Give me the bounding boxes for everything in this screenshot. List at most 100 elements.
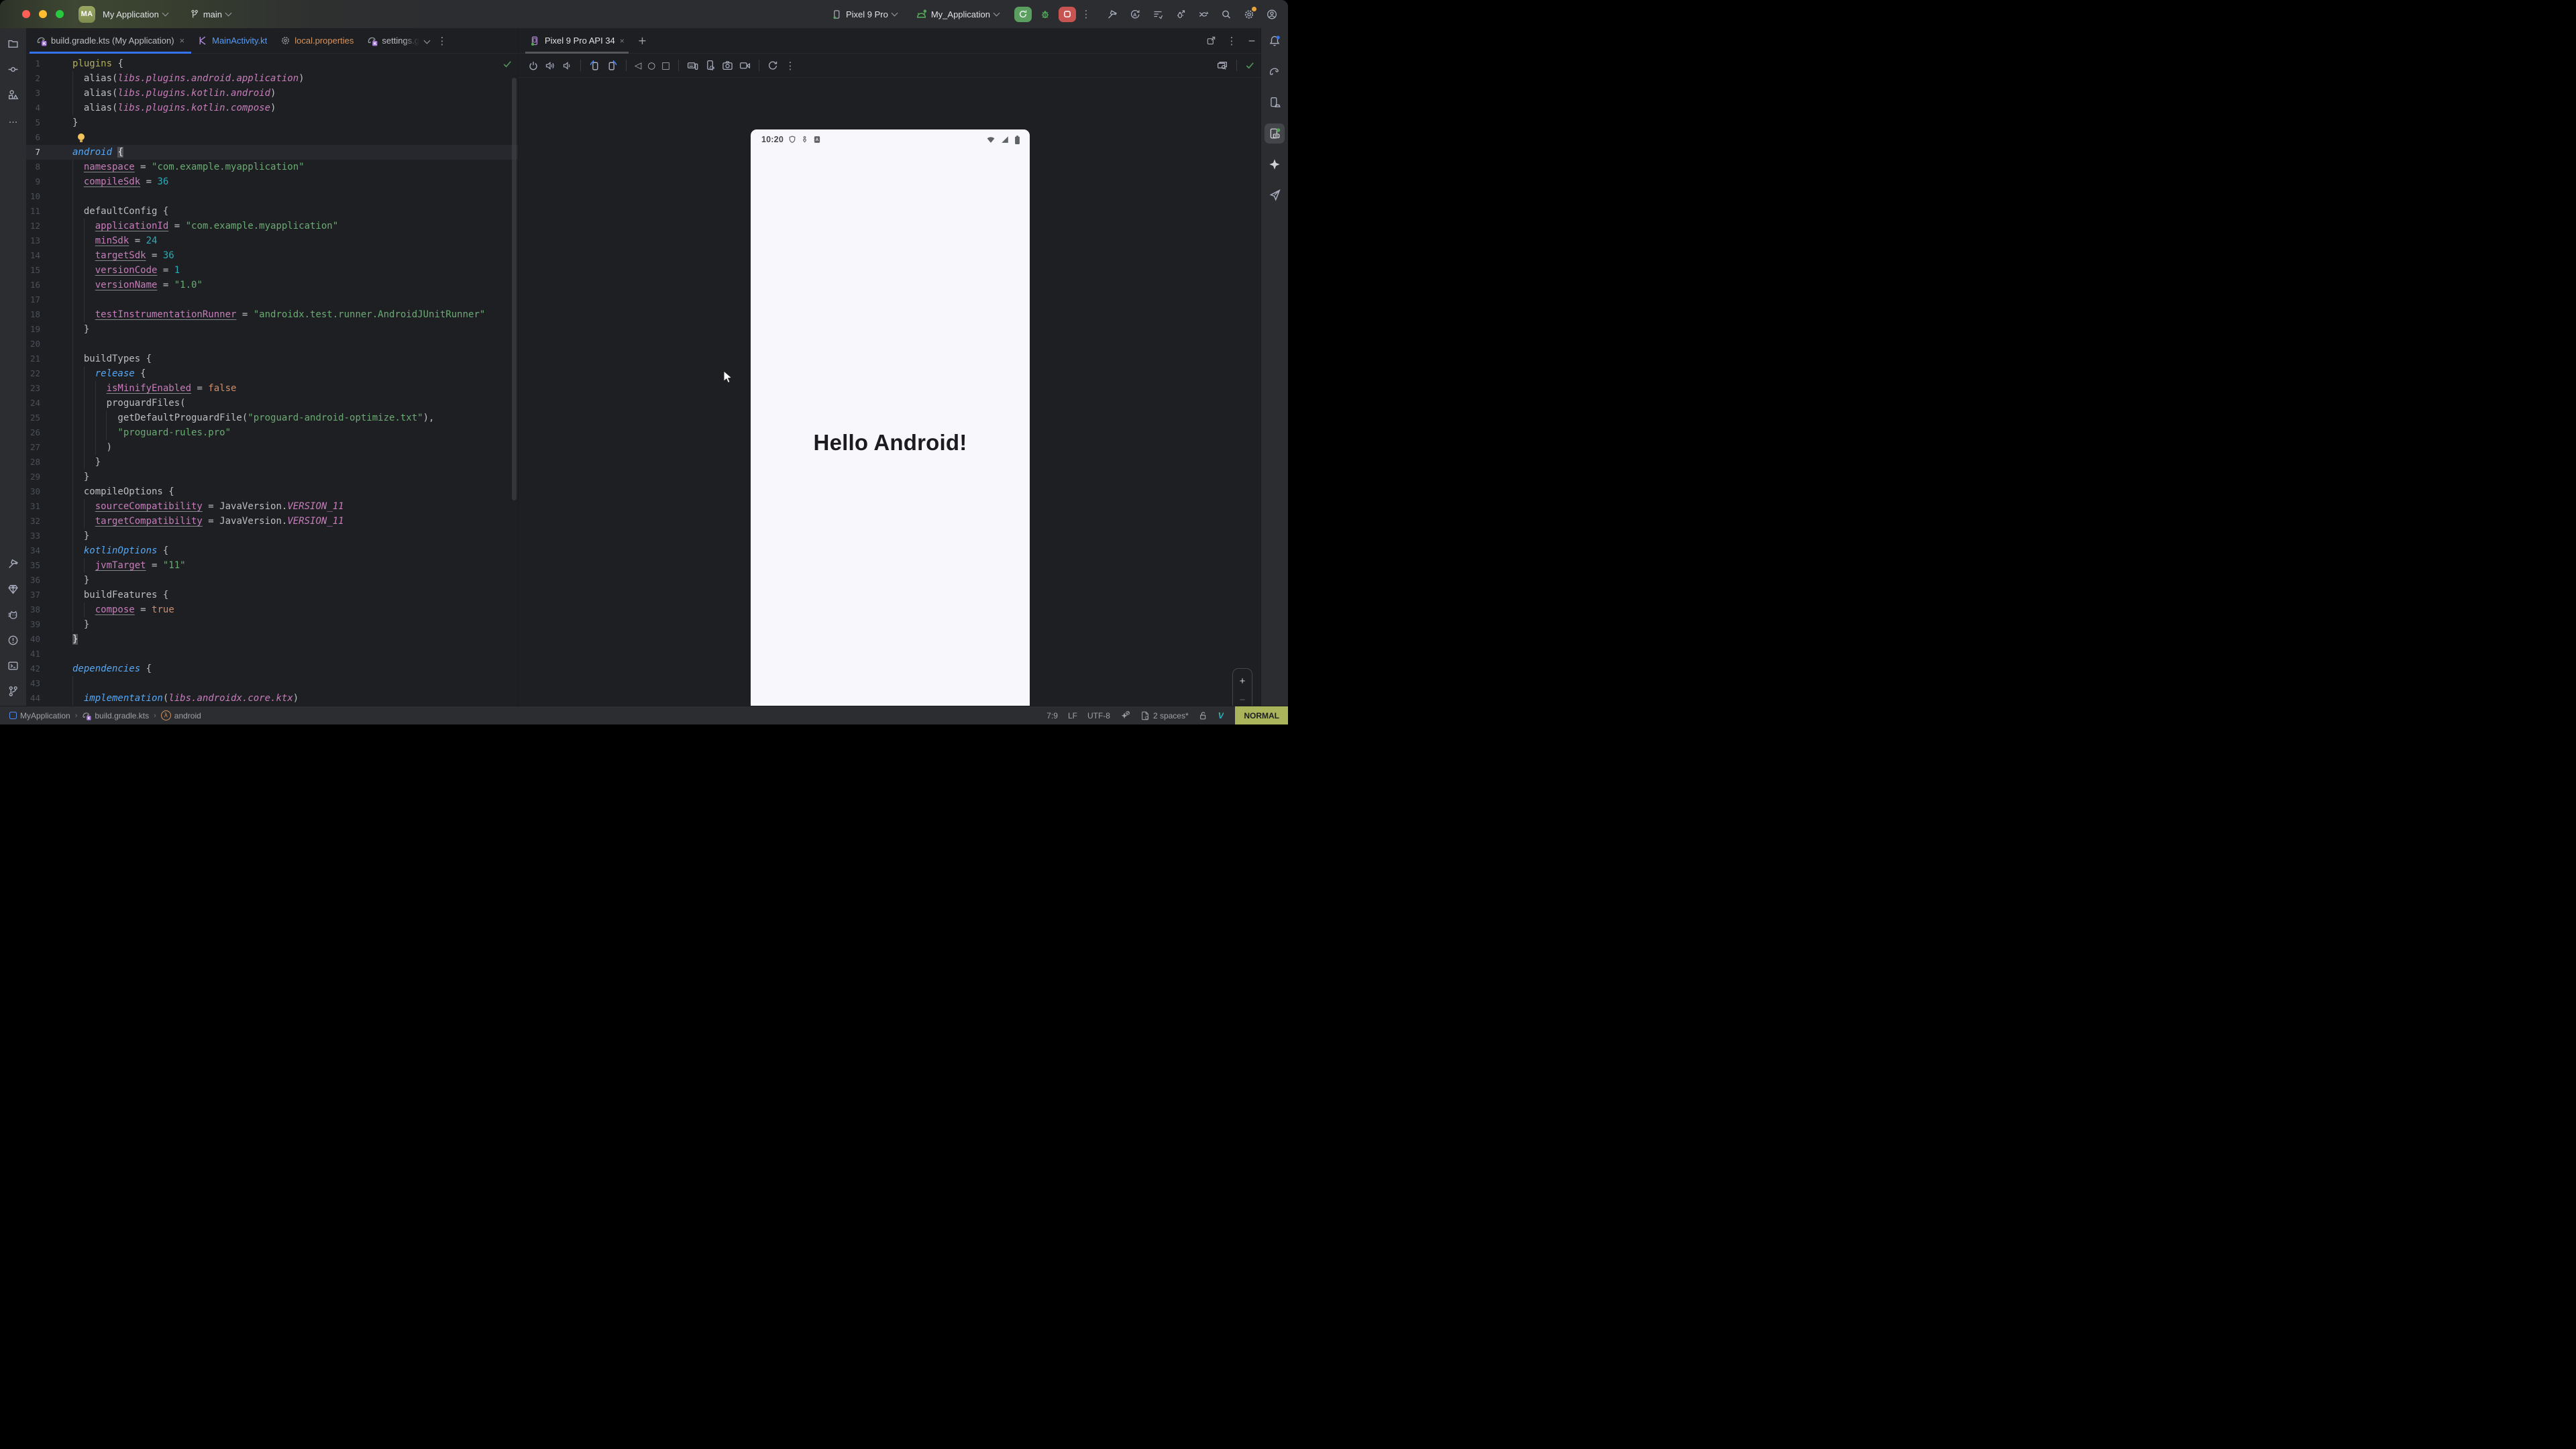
build-button[interactable] xyxy=(1103,5,1122,23)
caret-position-widget[interactable]: 7:9 xyxy=(1046,711,1058,720)
branch-selector[interactable]: main xyxy=(184,7,235,22)
code-line[interactable]: 27 ) xyxy=(26,440,518,455)
indent-widget[interactable]: 2 spaces* xyxy=(1140,711,1189,720)
code-line[interactable]: 36 } xyxy=(26,573,518,588)
code-line[interactable]: 11 defaultConfig { xyxy=(26,204,518,219)
rerun-button[interactable] xyxy=(1014,7,1032,22)
volume-down-icon[interactable] xyxy=(561,60,572,71)
gemini-tool-button[interactable] xyxy=(1265,154,1285,174)
code-line[interactable]: 8 namespace = "com.example.myapplication… xyxy=(26,160,518,174)
app-insights-tool-button[interactable] xyxy=(1265,185,1285,205)
code-line[interactable]: 39 } xyxy=(26,617,518,632)
code-line[interactable]: 35 jvmTarget = "11" xyxy=(26,558,518,573)
ai-assist-disabled-icon[interactable] xyxy=(1120,710,1130,720)
close-tab-icon[interactable]: × xyxy=(180,36,185,46)
code-line[interactable]: 9 compileSdk = 36 xyxy=(26,174,518,189)
code-line[interactable]: 14 targetSdk = 36 xyxy=(26,248,518,263)
code-line[interactable]: 21 buildTypes { xyxy=(26,352,518,366)
ui-check-icon[interactable] xyxy=(1217,60,1228,71)
tab-local-properties[interactable]: local.properties xyxy=(274,28,360,53)
code-line[interactable]: 13 minSdk = 24 xyxy=(26,233,518,248)
problems-tool-button[interactable] xyxy=(3,630,23,650)
device-settings-icon[interactable] xyxy=(704,60,716,71)
app-quality-insights-tool-button[interactable] xyxy=(3,579,23,599)
search-everywhere-button[interactable] xyxy=(1217,5,1236,23)
sync-project-button[interactable]: A xyxy=(1126,5,1144,23)
minimize-window-button[interactable] xyxy=(39,10,47,18)
code-line[interactable]: 34 kotlinOptions { xyxy=(26,543,518,558)
more-run-actions-kebab[interactable]: ⋮ xyxy=(1080,8,1092,20)
code-line[interactable]: 5} xyxy=(26,115,518,130)
code-line[interactable]: 2 alias(libs.plugins.android.application… xyxy=(26,71,518,86)
code-line[interactable]: 7android { xyxy=(26,145,518,160)
editor-options-kebab[interactable]: ⋮ xyxy=(436,35,448,47)
android-back-button-icon[interactable]: ◁ xyxy=(635,60,641,71)
code-line[interactable]: 24 proguardFiles( xyxy=(26,396,518,411)
code-line[interactable]: 32 targetCompatibility = JavaVersion.VER… xyxy=(26,514,518,529)
settings-button[interactable] xyxy=(1240,5,1258,23)
encoding-widget[interactable]: UTF-8 xyxy=(1087,711,1110,720)
code-line[interactable]: 37 buildFeatures { xyxy=(26,588,518,602)
more-tool-windows-button[interactable]: … xyxy=(3,110,23,130)
code-line[interactable]: 25 getDefaultProguardFile("proguard-andr… xyxy=(26,411,518,425)
code-line[interactable]: 23 isMinifyEnabled = false xyxy=(26,381,518,396)
tab-mainactivity[interactable]: MainActivity.kt xyxy=(191,28,274,53)
logcat-tool-button[interactable] xyxy=(3,604,23,625)
code-line[interactable]: 30 compileOptions { xyxy=(26,484,518,499)
project-selector[interactable]: My Application xyxy=(98,7,172,22)
ideavim-icon[interactable]: V xyxy=(1218,710,1224,720)
code-line[interactable]: 41 xyxy=(26,647,518,661)
resource-manager-tool-button[interactable] xyxy=(3,85,23,105)
terminal-tool-button[interactable] xyxy=(3,655,23,676)
intention-bulb-icon[interactable] xyxy=(78,133,85,140)
code-line[interactable]: 31 sourceCompatibility = JavaVersion.VER… xyxy=(26,499,518,514)
code-line[interactable]: 40} xyxy=(26,632,518,647)
build-tool-button[interactable] xyxy=(3,553,23,574)
code-line[interactable]: 3 alias(libs.plugins.kotlin.android) xyxy=(26,86,518,101)
open-in-new-window-icon[interactable] xyxy=(1206,36,1216,46)
hardware-input-icon[interactable] xyxy=(687,60,698,71)
close-tab-icon[interactable]: × xyxy=(620,36,625,46)
run-config-selector[interactable]: My_Application xyxy=(911,6,1004,23)
inspections-ok-check-icon[interactable] xyxy=(502,59,513,69)
breadcrumb-project[interactable]: MyApplication xyxy=(9,711,70,720)
zoom-in-button[interactable]: + xyxy=(1240,676,1246,686)
breadcrumb-file[interactable]: K build.gradle.kts xyxy=(82,711,149,720)
code-line[interactable]: 15 versionCode = 1 xyxy=(26,263,518,278)
code-line[interactable]: 38 compose = true xyxy=(26,602,518,617)
editor-scrollbar[interactable] xyxy=(512,78,517,500)
rotate-right-icon[interactable] xyxy=(606,60,618,71)
profile-button[interactable] xyxy=(1263,5,1281,23)
volume-up-icon[interactable] xyxy=(545,60,555,71)
code-line[interactable]: 19 } xyxy=(26,322,518,337)
profiler-button[interactable] xyxy=(1194,5,1213,23)
code-line[interactable]: 1plugins { xyxy=(26,56,518,71)
vim-mode-badge[interactable]: NORMAL xyxy=(1235,706,1288,724)
attach-debugger-button[interactable] xyxy=(1171,5,1190,23)
running-devices-tool-button[interactable] xyxy=(1265,123,1285,144)
code-line[interactable]: 4 alias(libs.plugins.kotlin.compose) xyxy=(26,101,518,115)
commit-tool-button[interactable] xyxy=(3,59,23,79)
code-line[interactable]: 44 implementation(libs.androidx.core.ktx… xyxy=(26,691,518,706)
apply-code-changes-button[interactable] xyxy=(1148,5,1167,23)
unlocked-icon[interactable] xyxy=(1199,711,1208,720)
device-selector[interactable]: Pixel 9 Pro xyxy=(827,7,902,22)
code-editor[interactable]: 1plugins {2 alias(libs.plugins.android.a… xyxy=(26,54,518,707)
code-line[interactable]: 33 } xyxy=(26,529,518,543)
new-device-tab-plus[interactable]: + xyxy=(638,34,647,47)
version-control-tool-button[interactable] xyxy=(3,681,23,701)
rotate-left-icon[interactable] xyxy=(589,60,600,71)
android-overview-button-icon[interactable]: □ xyxy=(661,60,670,71)
code-line[interactable]: 16 versionName = "1.0" xyxy=(26,278,518,292)
power-button-icon[interactable] xyxy=(528,60,539,71)
panel-options-kebab[interactable]: ⋮ xyxy=(1226,35,1238,47)
tab-pixel-9-pro-api-34[interactable]: Pixel 9 Pro API 34 × xyxy=(525,28,629,53)
code-line[interactable]: 20 xyxy=(26,337,518,352)
line-separator-widget[interactable]: LF xyxy=(1068,711,1077,720)
zoom-out-button[interactable]: − xyxy=(1240,695,1246,705)
tab-build-gradle[interactable]: K build.gradle.kts (My Application) × xyxy=(30,28,191,53)
code-line[interactable]: 43 xyxy=(26,676,518,691)
screenshot-camera-icon[interactable] xyxy=(722,60,733,71)
code-line[interactable]: 28 } xyxy=(26,455,518,470)
close-window-button[interactable] xyxy=(22,10,30,18)
